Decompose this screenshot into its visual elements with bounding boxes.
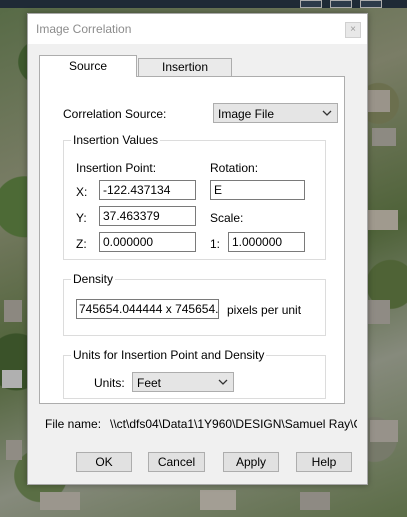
tab-insertion-label: Insertion [161, 60, 209, 74]
density-input[interactable]: 745654.044444 x 745654.044 [76, 299, 219, 319]
x-label: X: [76, 185, 88, 199]
tab-insertion[interactable]: Insertion [138, 58, 232, 76]
title-bar: Image Correlation × [28, 14, 367, 44]
insertion-values-title: Insertion Values [71, 133, 161, 147]
dialog-title: Image Correlation [36, 22, 132, 36]
y-input[interactable]: 37.463379 [99, 206, 196, 226]
scale-label: Scale: [210, 211, 244, 225]
tab-source[interactable]: Source [39, 55, 137, 77]
units-group: Units for Insertion Point and Density Un… [63, 348, 326, 399]
apply-button[interactable]: Apply [223, 452, 279, 472]
correlation-source-label: Correlation Source: [63, 107, 167, 121]
close-button[interactable]: × [345, 22, 361, 38]
correlation-source-select[interactable]: Image File [213, 103, 338, 123]
units-value: Feet [137, 376, 162, 390]
scale-input[interactable]: 1.000000 [228, 232, 305, 252]
help-button[interactable]: Help [296, 452, 352, 472]
x-input[interactable]: -122.437134 [99, 180, 196, 200]
units-title: Units for Insertion Point and Density [71, 348, 267, 362]
pixels-per-unit-label: pixels per unit [227, 303, 302, 317]
y-label: Y: [76, 211, 87, 225]
scale-prefix: 1: [210, 237, 221, 251]
units-select[interactable]: Feet [132, 372, 234, 392]
image-correlation-dialog: Image Correlation × Source Insertion Cor… [27, 13, 368, 485]
z-input[interactable]: 0.000000 [99, 232, 196, 252]
z-label: Z: [76, 237, 87, 251]
cancel-button[interactable]: Cancel [148, 452, 205, 472]
rotation-label: Rotation: [210, 161, 259, 175]
file-path: \\ct\dfs04\Data1\1Y960\DESIGN\Samuel Ray… [110, 417, 357, 431]
chevron-down-icon [218, 379, 228, 385]
file-name-label: File name: [45, 417, 102, 431]
insertion-values-group: Insertion Values Insertion Point: X: -12… [63, 133, 326, 260]
rotation-input[interactable]: E [210, 180, 305, 200]
units-label: Units: [94, 376, 125, 390]
close-icon: × [350, 24, 356, 35]
correlation-source-value: Image File [218, 107, 275, 121]
tab-source-label: Source [68, 59, 108, 73]
density-group: Density 745654.044444 x 745654.044 pixel… [63, 272, 326, 336]
insertion-point-label: Insertion Point: [76, 161, 157, 175]
ok-button[interactable]: OK [76, 452, 132, 472]
density-title: Density [71, 272, 116, 286]
chevron-down-icon [322, 110, 332, 116]
source-tab-page: Correlation Source: Image File Insertion… [39, 76, 345, 404]
taskbar-strip [0, 0, 407, 8]
